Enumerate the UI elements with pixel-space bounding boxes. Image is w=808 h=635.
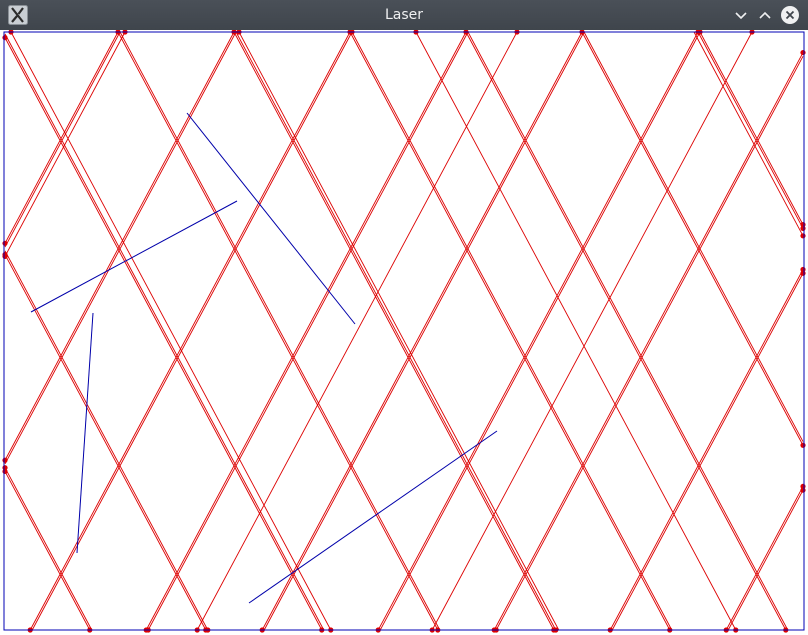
chevron-down-icon xyxy=(735,12,747,20)
laser-segment xyxy=(431,31,753,631)
laser-segment xyxy=(4,31,126,257)
laser-segment xyxy=(693,31,804,237)
laser-segment xyxy=(4,31,121,248)
laser-segment xyxy=(377,31,699,631)
laser-segment xyxy=(699,31,804,225)
laser-segment xyxy=(261,31,583,631)
laser-segment xyxy=(4,31,235,461)
laser-segment xyxy=(10,31,332,631)
laser-segment xyxy=(4,250,209,631)
title-bar[interactable]: Laser xyxy=(0,0,808,30)
reflection-point xyxy=(800,222,806,228)
mirror-segment[interactable] xyxy=(30,200,238,313)
reflection-point xyxy=(2,35,8,41)
reflection-point xyxy=(800,487,806,493)
laser-segment xyxy=(495,56,804,631)
laser-segment xyxy=(697,31,804,229)
laser-segment xyxy=(235,31,557,631)
laser-segment xyxy=(4,254,207,631)
laser-segment xyxy=(467,31,789,631)
laser-segment xyxy=(725,486,804,631)
laser-segment xyxy=(581,31,804,446)
laser-canvas[interactable] xyxy=(0,30,808,635)
window-title: Laser xyxy=(384,7,424,23)
close-icon xyxy=(781,6,799,24)
reflection-point xyxy=(800,442,806,448)
laser-segment xyxy=(147,31,469,631)
arena-boundary xyxy=(3,31,805,631)
laser-segment xyxy=(119,31,441,631)
laser-segment xyxy=(31,31,353,631)
laser-segment xyxy=(379,31,701,631)
maximize-button[interactable] xyxy=(754,4,776,26)
laser-window: Laser xyxy=(0,0,808,635)
laser-segment xyxy=(4,31,237,465)
laser-segment xyxy=(238,31,560,631)
close-button[interactable] xyxy=(779,4,801,26)
laser-segment xyxy=(4,37,323,631)
laser-scene xyxy=(2,30,806,633)
reflection-point xyxy=(2,240,8,246)
laser-segment xyxy=(4,33,325,631)
laser-segment xyxy=(117,31,439,631)
reflection-point xyxy=(2,465,8,471)
laser-segment xyxy=(196,31,518,631)
laser-segment xyxy=(583,31,804,442)
laser-segment xyxy=(415,31,737,631)
mirrors xyxy=(30,112,498,604)
mirror-segment[interactable] xyxy=(248,430,498,604)
laser-segment xyxy=(465,31,787,631)
laser-segment xyxy=(4,467,93,631)
laser-segment xyxy=(351,31,673,631)
minimize-button[interactable] xyxy=(730,4,752,26)
laser-segment xyxy=(263,31,585,631)
laser-segment xyxy=(4,31,119,244)
laser-segment xyxy=(349,31,671,631)
laser-paths xyxy=(4,31,804,631)
reflection-points xyxy=(2,30,806,633)
chevron-up-icon xyxy=(759,11,771,19)
mirror-segment[interactable] xyxy=(186,112,356,325)
reflection-point xyxy=(800,233,806,239)
laser-segment xyxy=(233,31,555,631)
reflection-point xyxy=(800,49,806,56)
reflection-point xyxy=(2,457,8,463)
reflection-point xyxy=(800,270,806,276)
reflection-point xyxy=(2,253,8,259)
laser-segment xyxy=(727,489,804,631)
laser-segment xyxy=(493,52,804,631)
